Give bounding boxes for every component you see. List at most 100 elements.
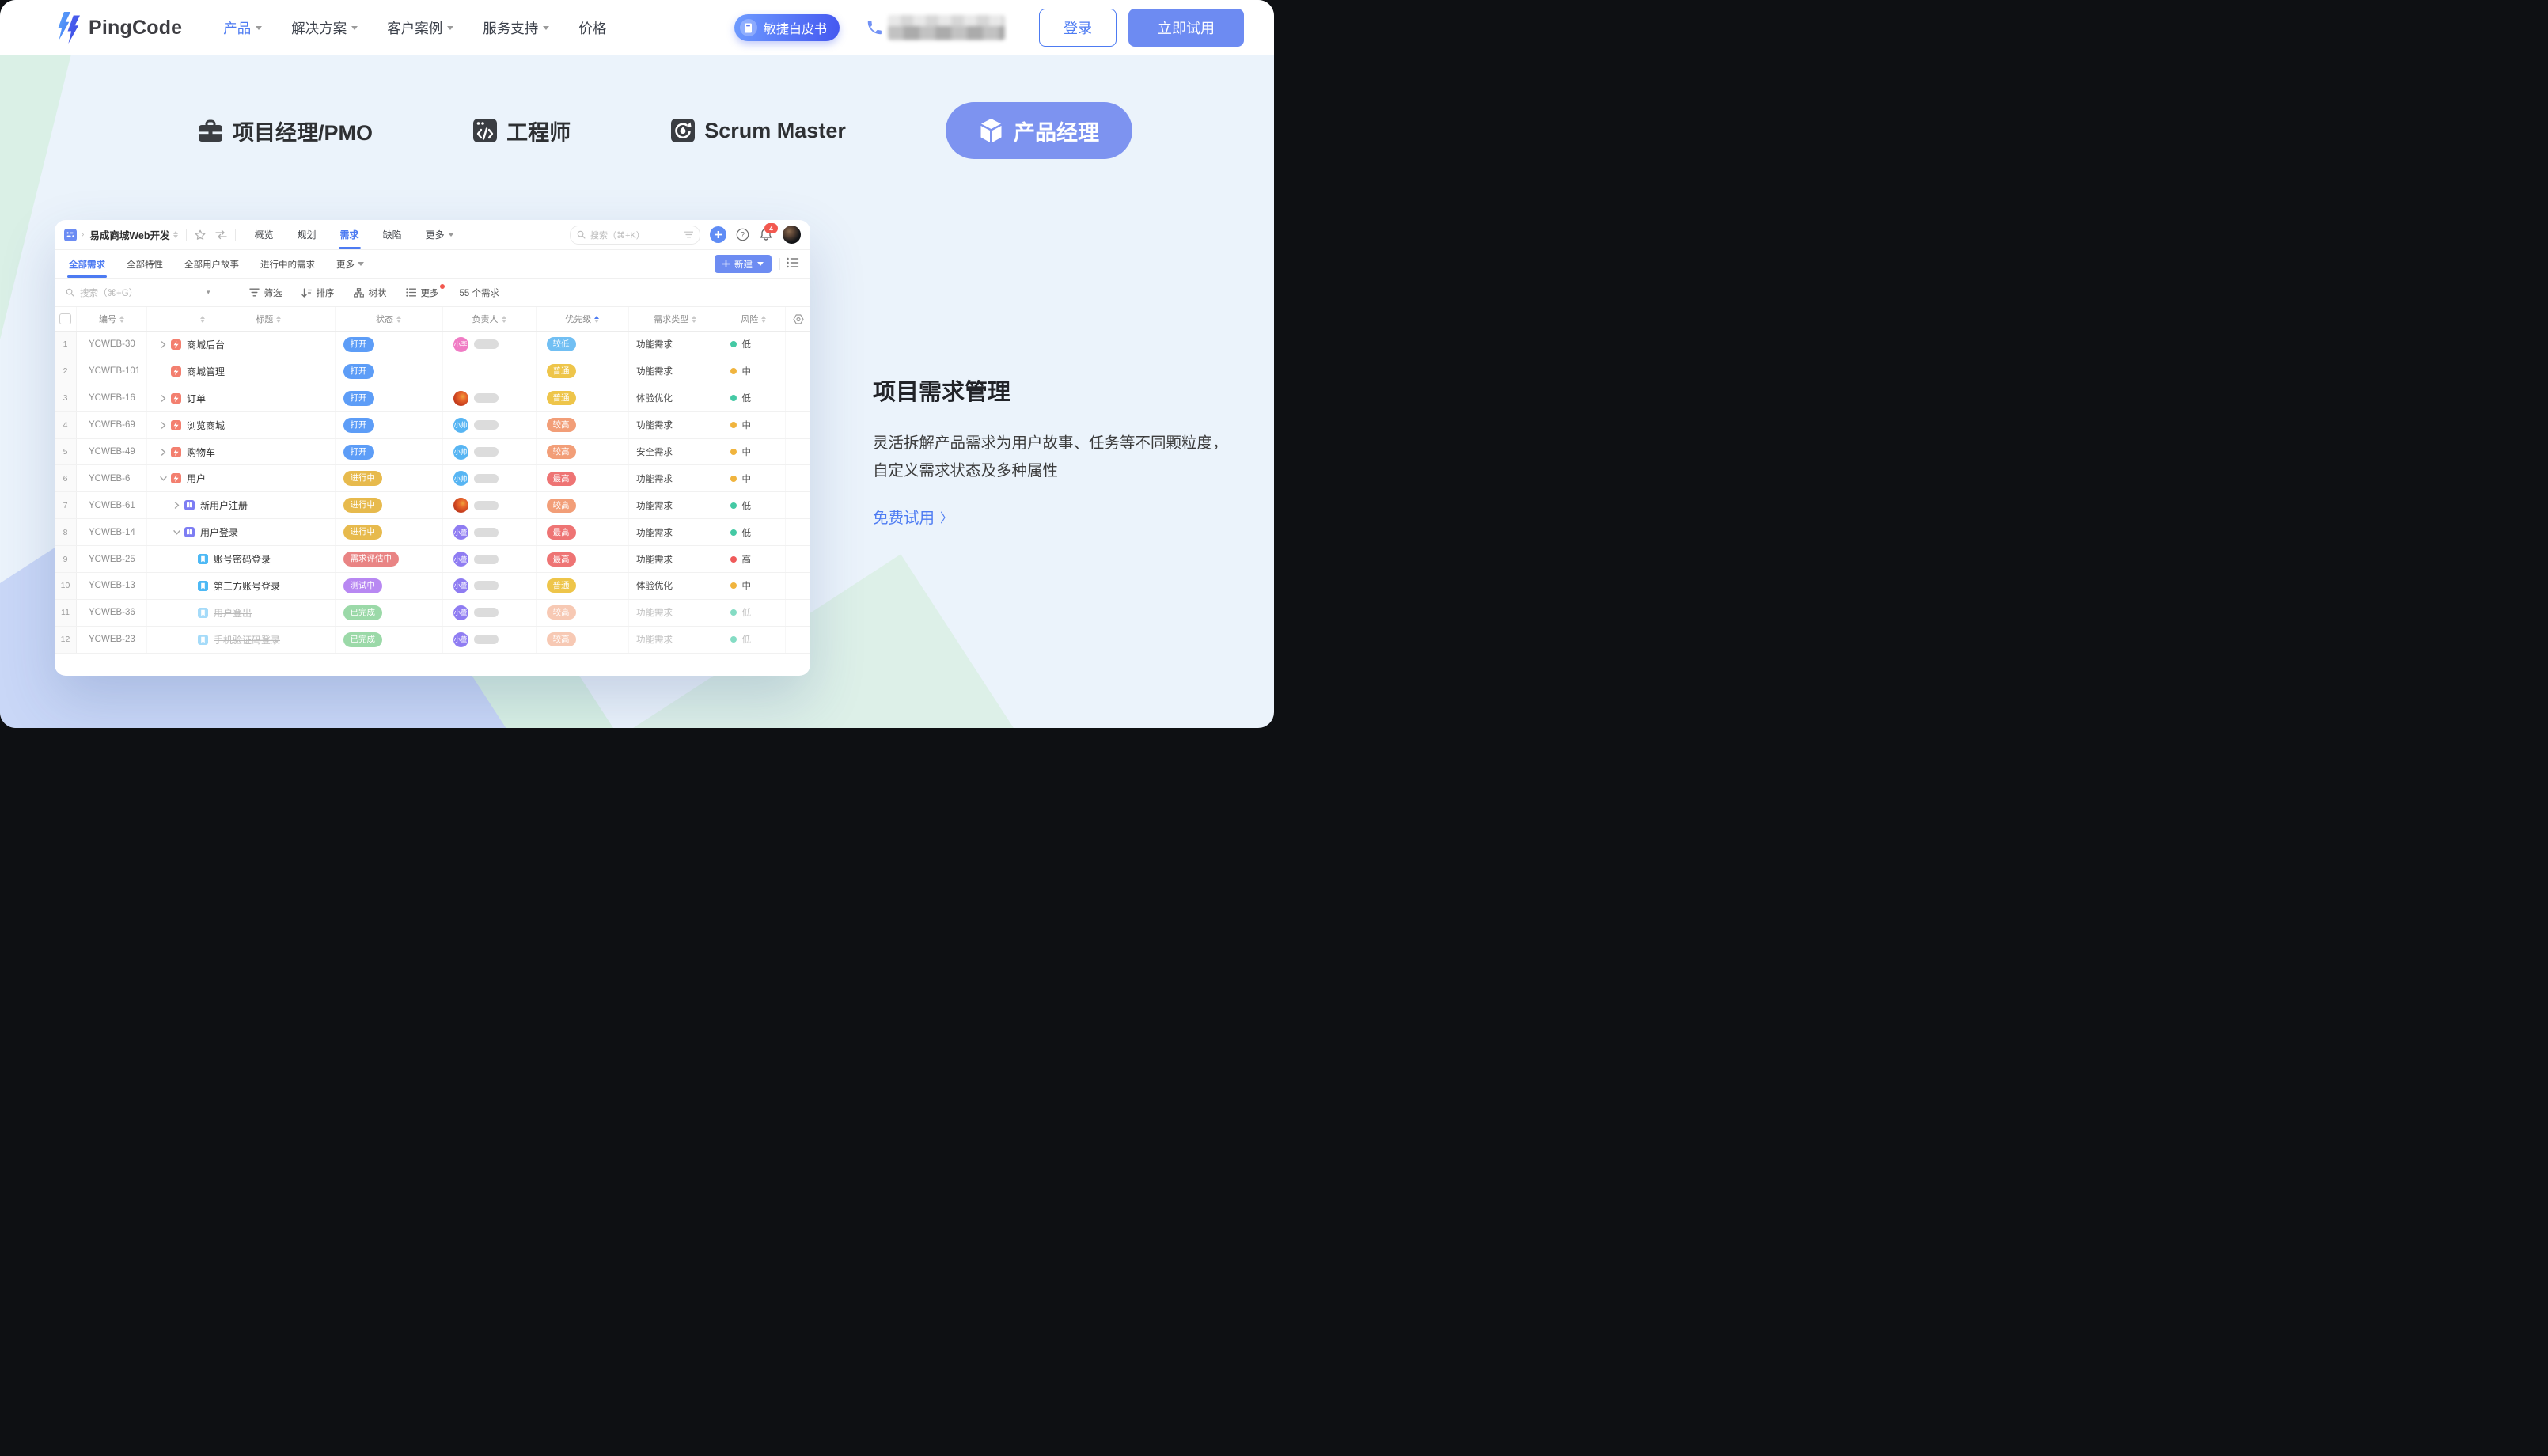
- project-folder-icon[interactable]: [64, 229, 77, 241]
- tab-概览[interactable]: 概览: [255, 220, 274, 249]
- column-header-assignee[interactable]: 负责人: [443, 307, 537, 331]
- priority-pill: 最高: [547, 552, 576, 567]
- column-header-id[interactable]: 编号: [77, 307, 147, 331]
- priority-pill: 最高: [547, 472, 576, 486]
- item-title: 账号密码登录: [214, 552, 271, 566]
- priority-pill: 最高: [547, 525, 576, 540]
- status-cell: 测试中: [336, 573, 443, 599]
- expand-toggle[interactable]: [157, 341, 169, 348]
- risk-dot: [730, 636, 737, 643]
- assignee-cell: 小董: [443, 573, 537, 599]
- gear-icon[interactable]: [793, 314, 804, 324]
- tab-全部需求[interactable]: 全部需求: [69, 250, 105, 278]
- column-header-status[interactable]: 状态: [336, 307, 443, 331]
- persona-label: 项目经理/PMO: [233, 116, 373, 146]
- expand-toggle[interactable]: [157, 395, 169, 402]
- expand-toggle[interactable]: [171, 529, 183, 536]
- nav-item-服务支持[interactable]: 服务支持: [483, 18, 549, 38]
- tab-全部用户故事[interactable]: 全部用户故事: [184, 250, 239, 278]
- free-trial-link[interactable]: 免费试用 〉: [873, 505, 953, 528]
- column-header-title[interactable]: 标题: [147, 307, 336, 331]
- help-button[interactable]: ?: [736, 228, 749, 241]
- persona-tab-product-manager[interactable]: 产品经理: [946, 102, 1132, 159]
- select-all-checkbox[interactable]: [59, 313, 71, 325]
- persona-tab-engineer[interactable]: 工程师: [472, 116, 571, 146]
- nav-item-label: 价格: [578, 18, 606, 38]
- nav-item-产品[interactable]: 产品: [223, 18, 262, 38]
- column-header-priority[interactable]: 优先级: [537, 307, 630, 331]
- persona-tab-scrum-master[interactable]: Scrum Master: [670, 118, 846, 143]
- notifications-button[interactable]: 4: [760, 228, 772, 241]
- table-row-YCWEB-14[interactable]: 8YCWEB-14用户登录进行中小董最高功能需求低: [55, 519, 810, 546]
- expand-chevron-icon: [160, 449, 167, 456]
- table-row-YCWEB-30[interactable]: 1YCWEB-30商城后台打开小李较低功能需求低: [55, 332, 810, 358]
- nav-item-价格[interactable]: 价格: [578, 18, 606, 38]
- tab-全部特性[interactable]: 全部特性: [127, 250, 163, 278]
- expand-toggle[interactable]: [157, 449, 169, 456]
- chevron-down-icon[interactable]: ▾: [207, 288, 210, 297]
- new-item-button[interactable]: 新建: [715, 255, 772, 273]
- app-window: › 易成商城Web开发 概览规划需求缺陷更多 搜索（⌘+K）: [55, 220, 810, 676]
- user-avatar[interactable]: [783, 226, 801, 244]
- expand-toggle[interactable]: [171, 502, 183, 509]
- table-row-YCWEB-13[interactable]: 10YCWEB-13第三方账号登录测试中小董普通体验优化中: [55, 573, 810, 600]
- chevron-down-icon: [447, 26, 453, 30]
- tree-view-button[interactable]: 树状: [354, 286, 387, 299]
- table-search-input[interactable]: 搜索（⌘+G）: [66, 286, 207, 299]
- tab-label: 进行中的需求: [260, 258, 315, 271]
- status-cell: 已完成: [336, 627, 443, 653]
- risk-cell: 中: [722, 465, 787, 491]
- table-row-YCWEB-61[interactable]: 7YCWEB-61新用户注册进行中较高功能需求低: [55, 492, 810, 519]
- more-actions-button[interactable]: 更多: [406, 286, 439, 299]
- requirement-type: 功能需求: [629, 465, 722, 491]
- table-row-YCWEB-69[interactable]: 4YCWEB-69浏览商城打开小帅较高功能需求中: [55, 412, 810, 439]
- global-search-input[interactable]: 搜索（⌘+K）: [570, 226, 700, 245]
- chevron-down-icon: [358, 262, 364, 266]
- risk-cell: 高: [722, 546, 787, 572]
- tab-更多[interactable]: 更多: [336, 250, 364, 278]
- table-row-YCWEB-23[interactable]: 12YCWEB-23手机验证码登录已完成小董较高功能需求低: [55, 627, 810, 654]
- list-view-toggle[interactable]: [787, 257, 799, 268]
- try-now-button[interactable]: 立即试用: [1128, 9, 1244, 47]
- pingcode-logo[interactable]: PingCode: [55, 11, 182, 44]
- filter-button[interactable]: 筛选: [249, 286, 282, 299]
- view-tabs-bar: 全部需求全部特性全部用户故事 进行中的需求 更多 新建: [55, 250, 810, 279]
- login-button[interactable]: 登录: [1039, 9, 1117, 47]
- nav-item-解决方案[interactable]: 解决方案: [291, 18, 358, 38]
- sort-button[interactable]: 排序: [301, 286, 335, 299]
- tab-进行中的需求[interactable]: 进行中的需求: [260, 250, 315, 278]
- create-plus-button[interactable]: [710, 226, 726, 243]
- story-icon: [184, 500, 195, 510]
- table-row-YCWEB-25[interactable]: 9YCWEB-25账号密码登录需求评估中小董最高功能需求高: [55, 546, 810, 573]
- table-row-YCWEB-49[interactable]: 5YCWEB-49购物车打开小帅较高安全需求中: [55, 439, 810, 466]
- feature-icon: [171, 366, 181, 377]
- tab-更多[interactable]: 更多: [426, 220, 454, 249]
- divider: [186, 229, 187, 241]
- project-title[interactable]: 易成商城Web开发: [89, 227, 169, 242]
- project-switcher-icon[interactable]: [173, 231, 178, 238]
- column-header-risk[interactable]: 风险: [722, 307, 787, 331]
- table-row-YCWEB-101[interactable]: 2YCWEB-101商城管理打开普通功能需求中: [55, 358, 810, 385]
- whitepaper-badge[interactable]: 敏捷白皮书: [734, 14, 840, 41]
- tab-规划[interactable]: 规划: [298, 220, 317, 249]
- expand-toggle[interactable]: [157, 422, 169, 429]
- row-number: 1: [55, 332, 77, 358]
- column-header-reqtype[interactable]: 需求类型: [629, 307, 722, 331]
- plus-icon: [722, 260, 730, 267]
- swap-settings-icon[interactable]: [215, 229, 227, 240]
- risk-cell: 低: [722, 385, 787, 411]
- status-pill: 打开: [343, 337, 374, 352]
- table-row-YCWEB-36[interactable]: 11YCWEB-36用户登出已完成小董较高功能需求低: [55, 600, 810, 627]
- tab-缺陷[interactable]: 缺陷: [383, 220, 402, 249]
- table-row-YCWEB-6[interactable]: 6YCWEB-6用户进行中小帅最高功能需求中: [55, 465, 810, 492]
- collapse-chevron-icon: [160, 475, 167, 482]
- persona-tab-pm-pmo[interactable]: 项目经理/PMO: [197, 116, 373, 146]
- item-title-cell: 用户登录: [147, 519, 336, 545]
- tab-需求[interactable]: 需求: [340, 220, 359, 249]
- table-row-YCWEB-16[interactable]: 3YCWEB-16订单打开普通体验优化低: [55, 385, 810, 412]
- nav-item-客户案例[interactable]: 客户案例: [387, 18, 453, 38]
- item-id: YCWEB-16: [77, 385, 147, 411]
- star-favorite-icon[interactable]: [195, 229, 206, 241]
- expand-toggle[interactable]: [157, 475, 169, 482]
- free-trial-label: 免费试用: [873, 505, 935, 528]
